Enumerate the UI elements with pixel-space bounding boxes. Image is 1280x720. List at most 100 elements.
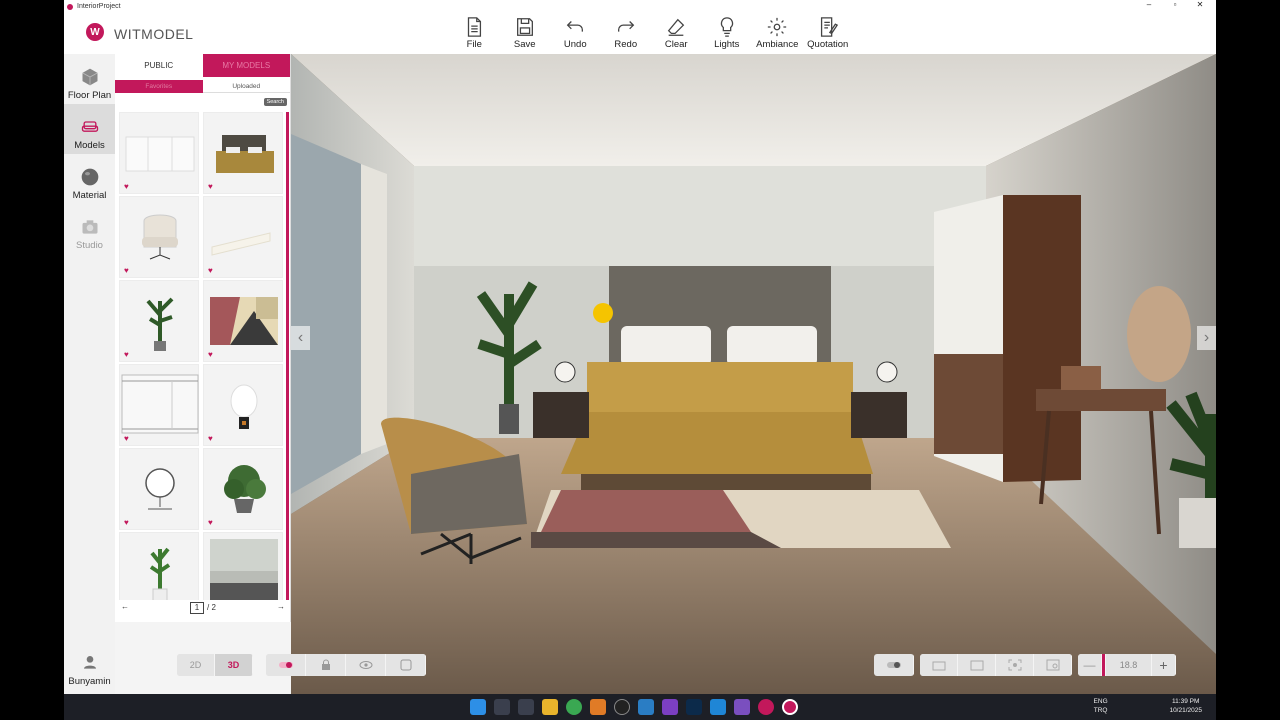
app-purple-icon[interactable] [662,699,678,715]
visibility-button[interactable] [346,654,386,676]
save-label: Save [513,39,536,50]
close-button[interactable]: ✕ [1190,0,1210,9]
clock[interactable]: 11:39 PM 10/21/2025 [1169,697,1202,715]
sliding-wardrobe-thumbnail [121,374,199,434]
blender-icon[interactable] [590,699,606,715]
model-card-table-lamp[interactable]: ♥ [203,364,283,446]
bush-plant-thumbnail [224,465,266,513]
favorite-heart-icon[interactable]: ♥ [208,182,213,191]
model-card-rug[interactable]: ♥ [203,280,283,362]
next-page-button[interactable]: → [277,602,285,611]
clear-button[interactable]: Clear [651,16,702,50]
vscode-icon[interactable] [710,699,726,715]
brand-name: WITMODEL [114,26,194,42]
windows-taskbar: ENG TRQ 11:39 PM 10/21/2025 [64,694,1216,720]
tab-public[interactable]: PUBLIC [115,54,203,77]
photoshop-icon[interactable] [686,699,702,715]
redo-button[interactable]: Redo [601,16,652,50]
file-button[interactable]: File [449,16,500,50]
region-code: TRQ [1093,707,1108,714]
snapshot-export-button[interactable] [958,654,996,676]
ambiance-button[interactable]: Ambiance [752,16,803,50]
favorite-heart-icon[interactable]: ♥ [208,518,213,527]
favorite-heart-icon[interactable]: ♥ [124,434,129,443]
favorite-heart-icon[interactable]: ♥ [124,182,129,191]
lock-button[interactable] [306,654,346,676]
render-preview-button[interactable] [1034,654,1072,676]
favorite-heart-icon[interactable]: ♥ [124,266,129,275]
model-card-bed[interactable]: ♥ [203,112,283,194]
save-button[interactable]: Save [500,16,551,50]
app-header: W WITMODEL File Save Undo Redo Clear Lig… [64,13,1216,54]
task-view-icon[interactable] [518,699,534,715]
favorite-heart-icon[interactable]: ♥ [208,266,213,275]
zoom-out-button[interactable]: — [1078,654,1102,676]
quotation-button[interactable]: Quotation [803,16,854,50]
bedroom-render [291,54,1216,694]
model-card-cabinet[interactable] [203,532,283,600]
model-card-small-plant[interactable] [119,532,199,600]
eye-icon [359,661,372,669]
search-button[interactable]: Search [263,98,287,106]
model-card-bench[interactable]: ♥ [203,196,283,278]
user-name: Bunyamin [68,676,111,687]
app-icon [67,3,73,10]
maximize-button[interactable]: ▫ [1165,0,1185,9]
current-page-input[interactable]: 1 [190,602,204,614]
model-card-armchair[interactable]: ♥ [119,196,199,278]
window-title: InteriorProject [77,3,121,10]
chrome-icon[interactable] [566,699,582,715]
tab-favorites[interactable]: Favorites [115,80,203,93]
sofa-icon [81,121,98,132]
start-icon[interactable] [470,699,486,715]
fit-view-button[interactable] [996,654,1034,676]
favorite-heart-icon[interactable]: ♥ [208,350,213,359]
rotate-left-arrow[interactable]: ‹ [291,326,310,350]
2d-button[interactable]: 2D [177,654,215,676]
snapshot-settings-button[interactable] [920,654,958,676]
favorite-heart-icon[interactable]: ♥ [208,434,213,443]
tab-my-models[interactable]: MY MODELS [202,54,290,77]
nav-studio[interactable]: Studio [64,204,115,254]
toggle-button[interactable] [266,654,306,676]
3d-viewport[interactable]: ‹ › [291,54,1216,694]
model-card-bush-plant[interactable]: ♥ [203,448,283,530]
zoom-in-button[interactable]: + [1152,654,1176,676]
rotate-right-arrow[interactable]: › [1197,326,1216,350]
quotation-icon [820,17,838,37]
file-explorer-icon[interactable] [542,699,558,715]
visual-studio-icon[interactable] [734,699,750,715]
model-card-vanity-mirror[interactable]: ♥ [119,448,199,530]
nav-material[interactable]: Material [64,154,115,204]
prev-page-button[interactable]: ← [121,602,129,611]
favorite-heart-icon[interactable]: ♥ [124,518,129,527]
quotation-label: Quotation [807,39,849,50]
search-icon[interactable] [494,699,510,715]
model-list-scrollbar[interactable] [286,112,289,600]
zoom-value-field[interactable]: 18.8 [1106,654,1152,676]
unreal-icon[interactable] [614,699,630,715]
nav-floor-plan[interactable]: Floor Plan [64,54,115,104]
tab-uploaded[interactable]: Uploaded [202,80,290,93]
nav-models[interactable]: Models [64,104,115,154]
favorite-heart-icon[interactable]: ♥ [124,350,129,359]
undo-button[interactable]: Undo [550,16,601,50]
witmodel-taskbar-icon[interactable] [758,699,774,715]
undo-label: Undo [563,39,587,50]
camera-toggle-button[interactable] [874,654,914,676]
user-profile[interactable]: Bunyamin [64,654,115,687]
minimize-button[interactable]: – [1139,0,1159,9]
language-indicator[interactable]: ENG TRQ [1094,697,1108,715]
potted-plant-thumbnail [146,297,174,351]
model-card-wardrobe[interactable]: ♥ [119,112,199,194]
3d-button[interactable]: 3D [215,654,253,676]
witmodel-active-icon[interactable] [782,699,798,715]
frame-button[interactable] [386,654,426,676]
redo-icon [617,21,634,32]
lights-button[interactable]: Lights [702,16,753,50]
app-3d-icon[interactable] [638,699,654,715]
model-card-sliding-wardrobe[interactable]: ♥ [119,364,199,446]
pagination: ← 1 / 2 → [115,602,291,616]
left-nav: Floor Plan Models Material Studio Bunyam… [64,54,115,694]
model-card-potted-plant[interactable]: ♥ [119,280,199,362]
